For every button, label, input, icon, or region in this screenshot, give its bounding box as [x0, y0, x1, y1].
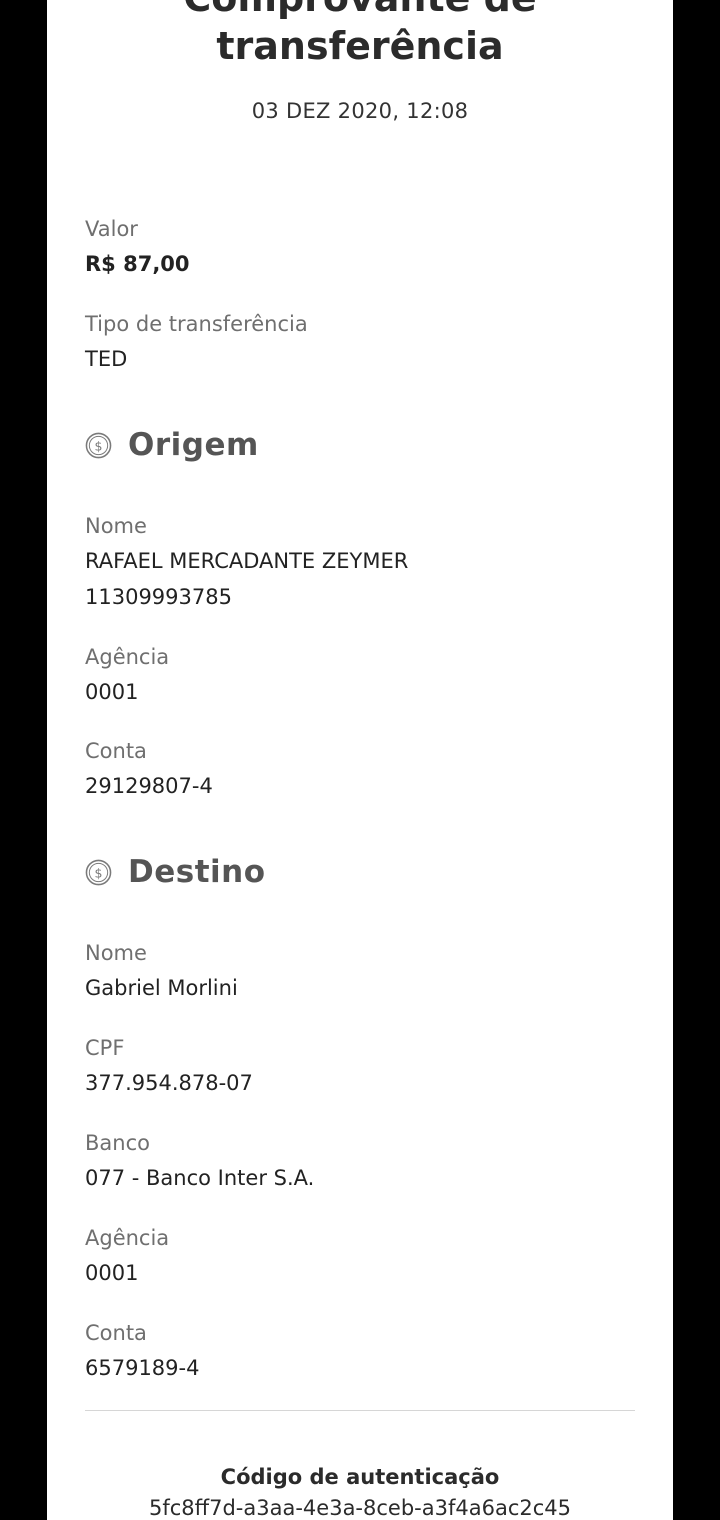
destino-banco-label: Banco — [85, 1131, 150, 1155]
origem-agencia-value: 0001 — [85, 680, 139, 704]
divider — [85, 1410, 635, 1411]
valor-label: Valor — [85, 217, 138, 241]
tipo-transferencia-label: Tipo de transferência — [85, 312, 308, 336]
dollar-coin-icon: $ — [85, 432, 112, 458]
svg-text:$: $ — [95, 865, 103, 880]
origem-agencia-label: Agência — [85, 645, 170, 669]
receipt-page: Comprovante de transferência 03 DEZ 2020… — [47, 0, 673, 1520]
destino-agencia-value: 0001 — [85, 1261, 139, 1285]
destino-banco-value: 077 - Banco Inter S.A. — [85, 1166, 315, 1190]
destino-cpf-label: CPF — [85, 1036, 125, 1060]
origem-conta-label: Conta — [85, 739, 147, 763]
svg-text:$: $ — [95, 438, 103, 453]
origem-nome-label: Nome — [85, 514, 147, 538]
origem-section-header: $ Origem — [85, 423, 259, 467]
destino-agencia-label: Agência — [85, 1226, 170, 1250]
destino-conta-label: Conta — [85, 1321, 147, 1345]
dollar-coin-icon: $ — [85, 859, 112, 885]
page-title-line2: transferência — [216, 24, 504, 68]
origem-conta-value: 29129807-4 — [85, 774, 213, 798]
origem-section-title: Origem — [128, 427, 259, 463]
origem-documento-value: 11309993785 — [85, 585, 232, 609]
destino-conta-value: 6579189-4 — [85, 1356, 200, 1380]
authentication-code: 5fc8ff7d-a3aa-4e3a-8ceb-a3f4a6ac2c45 — [148, 1496, 572, 1520]
page-title-line1: Comprovante de — [47, 0, 673, 22]
destino-section-header: $ Destino — [85, 850, 266, 894]
receipt-date: 03 DEZ 2020, 12:08 — [251, 99, 469, 123]
destino-section-title: Destino — [128, 854, 266, 890]
valor-value: R$ 87,00 — [85, 252, 190, 276]
tipo-transferencia-value: TED — [85, 347, 128, 371]
destino-nome-label: Nome — [85, 941, 147, 965]
destino-nome-value: Gabriel Morlini — [85, 976, 238, 1000]
origem-nome-value: RAFAEL MERCADANTE ZEYMER — [85, 549, 409, 573]
authentication-label: Código de autenticação — [220, 1465, 500, 1489]
destino-cpf-value: 377.954.878-07 — [85, 1071, 253, 1095]
